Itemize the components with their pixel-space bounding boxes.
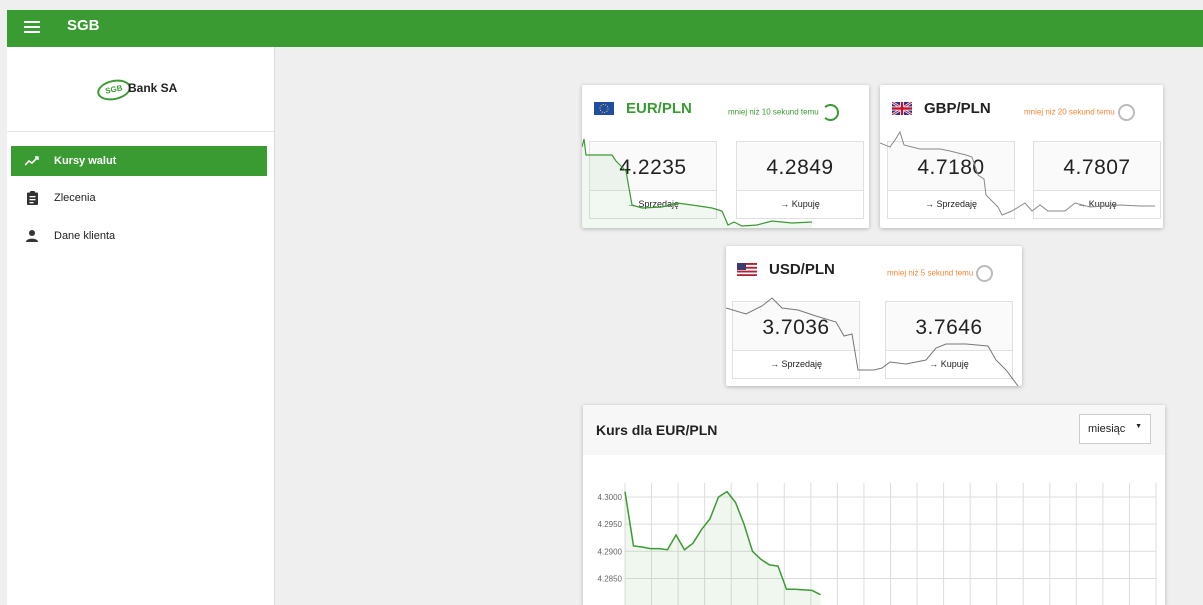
sidebar-item-label: Kursy walut [54,155,117,167]
uk-flag-icon [892,102,912,115]
rate-card-gbp-pln: GBP/PLN mniej niż 20 sekund temu 4.7180 … [880,85,1163,228]
trending-up-icon [24,153,40,169]
buy-rate: 4.2849 [766,156,834,179]
sidebar: SGB Bank SA Kursy walut Zlecenia Dane kl… [7,47,275,605]
status-text: mniej niż 5 sekund temu [887,268,974,278]
person-icon [24,228,40,244]
sidebar-item-zlecenia[interactable]: Zlecenia [11,183,267,213]
sell-box: 3.7036 → Sprzedaję [732,301,860,379]
sell-button[interactable]: → Sprzedaję [888,190,1014,218]
sell-button[interactable]: → Sprzedaję [590,190,716,218]
currency-pair: USD/PLN [769,261,835,278]
y-tick-label: 4.2950 [598,520,623,529]
sell-box: 4.7180 → Sprzedaję [887,141,1015,219]
top-app-bar: SGB [7,10,1203,47]
rate-chart-card: Kurs dla EUR/PLN miesiąc ▼ 4.3000 4.2950 4… [583,405,1165,605]
refresh-spinner-icon [1117,104,1135,121]
rate-card-usd-pln: USD/PLN mniej niż 5 sekund temu 3.7036 →… [726,246,1022,386]
buy-box: 4.2849 → Kupuję [736,141,864,219]
status-text: mniej niż 20 sekund temu [1024,107,1115,117]
eu-flag-icon [594,102,614,115]
update-status: mniej niż 5 sekund temu [887,265,994,282]
sell-rate: 3.7036 [762,316,830,339]
status-text: mniej niż 10 sekund temu [728,107,819,117]
line-chart: 4.3000 4.2950 4.2900 4.2850 [598,483,1157,605]
currency-pair: EUR/PLN [626,100,692,117]
update-status: mniej niż 20 sekund temu [1024,104,1135,121]
buy-box: 4.7807 → Kupuję [1033,141,1161,219]
sidebar-item-label: Zlecenia [54,192,96,204]
period-select[interactable]: miesiąc ▼ [1079,414,1151,444]
rate-card-header: USD/PLN [737,261,835,278]
sell-box: 4.2235 → Sprzedaję [589,141,717,219]
rate-card-header: EUR/PLN [594,100,692,117]
rate-card-header: GBP/PLN [892,100,991,117]
chart-header: Kurs dla EUR/PLN miesiąc ▼ [583,405,1165,455]
logo-text: Bank SA [128,81,178,95]
buy-rate: 4.7807 [1063,156,1131,179]
refresh-spinner-icon [821,104,839,121]
hamburger-menu-icon[interactable] [24,18,40,38]
buy-button[interactable]: → Kupuję [1034,190,1160,218]
y-tick-label: 4.3000 [598,493,623,502]
update-status: mniej niż 10 sekund temu [728,104,839,121]
app-title: SGB [67,17,100,34]
sidebar-item-kursy-walut[interactable]: Kursy walut [11,146,267,176]
sell-rate: 4.2235 [619,156,687,179]
currency-pair: GBP/PLN [924,100,991,117]
sidebar-divider [7,131,274,132]
dropdown-arrow-icon: ▼ [1135,423,1142,430]
refresh-spinner-icon [976,265,994,282]
clipboard-icon [24,190,40,206]
y-tick-label: 4.2900 [598,547,623,556]
buy-rate: 3.7646 [915,316,983,339]
sidebar-item-dane-klienta[interactable]: Dane klienta [11,221,267,251]
us-flag-icon [737,263,757,276]
buy-button[interactable]: → Kupuję [737,190,863,218]
buy-box: 3.7646 → Kupuję [885,301,1013,379]
y-tick-label: 4.2850 [598,574,623,583]
buy-button[interactable]: → Kupuję [886,350,1012,378]
period-select-value: miesiąc [1088,423,1126,435]
sell-rate: 4.7180 [917,156,985,179]
sell-button[interactable]: → Sprzedaję [733,350,859,378]
rate-card-eur-pln: EUR/PLN mniej niż 10 sekund temu 4.2235 … [582,85,869,228]
sidebar-item-label: Dane klienta [54,230,116,242]
chart-title: Kurs dla EUR/PLN [596,422,718,438]
